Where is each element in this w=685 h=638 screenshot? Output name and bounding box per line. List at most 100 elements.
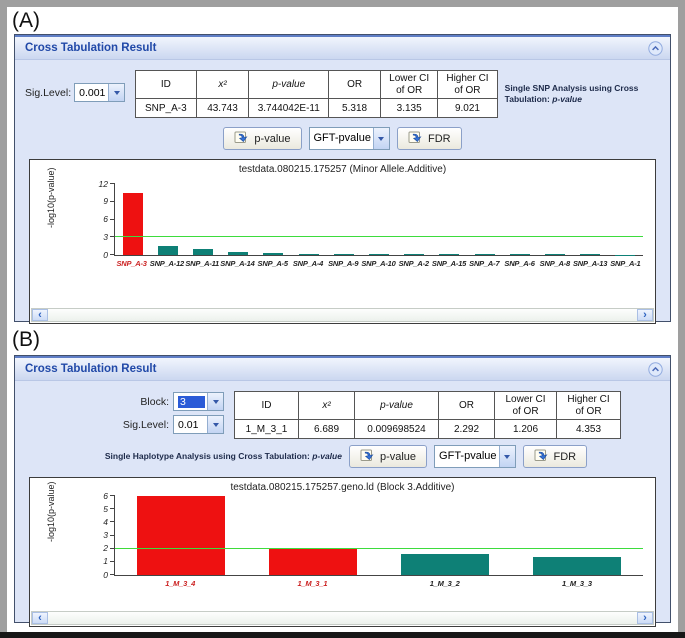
bar-slot bbox=[115, 184, 150, 255]
bar-SNP_A-7 bbox=[475, 254, 495, 255]
x-axis-label: SNP_A-10 bbox=[361, 259, 396, 268]
page-background: (A) Cross Tabulation Result Sig.Level: 0… bbox=[7, 7, 678, 632]
y-tick-label: 9 bbox=[86, 196, 108, 206]
y-axis-title: -log10(p-value) bbox=[46, 214, 56, 228]
panel-a-buttons-row: p-value GFT-pvalue FDR bbox=[15, 127, 670, 150]
chevron-down-icon bbox=[207, 393, 223, 410]
bar-slot bbox=[573, 184, 608, 255]
bar-SNP_A-12 bbox=[158, 246, 178, 255]
bar-1_M_3_3 bbox=[533, 557, 621, 575]
table-cell: 0.009698524 bbox=[355, 420, 439, 439]
bar-1_M_3_1 bbox=[269, 549, 357, 575]
table-cell: 3.135 bbox=[381, 99, 438, 118]
analysis-caption-a: Single SNP Analysis using Cross Tabulati… bbox=[505, 83, 662, 105]
bars-container bbox=[115, 184, 643, 255]
sig-level-value: 0.001 bbox=[75, 84, 108, 101]
chart-title: testdata.080215.175257.geno.ld (Block 3.… bbox=[30, 482, 655, 493]
panel-b-controls-row: Block: 3 Sig.Level: 0.01 IDx bbox=[25, 391, 662, 439]
table-header-cell: Higher CI of OR bbox=[438, 71, 497, 99]
bar-SNP_A-13 bbox=[580, 254, 600, 255]
x-axis-label: SNP_A-2 bbox=[396, 259, 431, 268]
fdr-button-a[interactable]: FDR bbox=[397, 127, 462, 150]
snp-stats-table: IDx²p-valueORLower CI of ORHigher CI of … bbox=[135, 70, 498, 118]
bar-slot bbox=[467, 184, 502, 255]
bars-container bbox=[115, 496, 643, 575]
collapse-icon[interactable] bbox=[648, 41, 663, 56]
block-sig-controls: Block: 3 Sig.Level: 0.01 bbox=[117, 392, 224, 434]
bar-slot bbox=[247, 496, 379, 575]
x-axis-label: SNP_A-9 bbox=[326, 259, 361, 268]
x-axis-label: 1_M_3_4 bbox=[114, 579, 246, 588]
pvalue-button-label: p-value bbox=[254, 133, 290, 145]
bar-SNP_A-14 bbox=[228, 252, 248, 255]
bar-slot bbox=[185, 184, 220, 255]
chart-title: testdata.080215.175257 (Minor Allele.Add… bbox=[30, 164, 655, 175]
chevron-right-icon[interactable]: › bbox=[637, 612, 653, 624]
x-axis-label: SNP_A-12 bbox=[149, 259, 184, 268]
bar-slot bbox=[361, 184, 396, 255]
block-select[interactable]: 3 bbox=[173, 392, 224, 411]
bar-SNP_A-5 bbox=[263, 253, 283, 255]
table-row: 1_M_3_16.6890.0096985242.2921.2064.353 bbox=[235, 420, 621, 439]
bar-slot bbox=[511, 496, 643, 575]
x-axis-label: SNP_A-11 bbox=[185, 259, 220, 268]
panel-a-title: Cross Tabulation Result bbox=[25, 42, 648, 54]
x-axis-label: SNP_A-5 bbox=[255, 259, 290, 268]
export-page-arrow-icon bbox=[408, 130, 424, 148]
pvalue-button-b[interactable]: p-value bbox=[349, 445, 427, 468]
sig-level-select-a[interactable]: 0.001 bbox=[74, 83, 125, 102]
table-header-cell: x² bbox=[299, 392, 355, 420]
x-axis-label: 1_M_3_1 bbox=[246, 579, 378, 588]
table-cell: 4.353 bbox=[557, 420, 621, 439]
sig-level-control-a: Sig.Level: 0.001 bbox=[25, 83, 125, 102]
chevron-left-icon[interactable]: ‹ bbox=[32, 612, 48, 624]
chevron-down-icon bbox=[373, 128, 389, 149]
y-tick-label: 12 bbox=[86, 179, 108, 189]
horizontal-scrollbar[interactable]: ‹ › bbox=[31, 308, 654, 322]
haplotype-stats-table: IDx²p-valueORLower CI of ORHigher CI of … bbox=[234, 391, 621, 439]
bar-SNP_A-15 bbox=[439, 254, 459, 255]
gft-pvalue-select-b[interactable]: GFT-pvalue bbox=[434, 445, 515, 468]
horizontal-scrollbar[interactable]: ‹ › bbox=[31, 611, 654, 625]
block-label: Block: bbox=[117, 396, 169, 408]
chevron-left-icon[interactable]: ‹ bbox=[32, 309, 48, 321]
chevron-right-icon[interactable]: › bbox=[637, 309, 653, 321]
bar-slot bbox=[115, 496, 247, 575]
analysis-caption-b: Single Haplotype Analysis using Cross Ta… bbox=[105, 451, 342, 462]
chevron-down-icon bbox=[207, 416, 223, 433]
x-axis-label: SNP_A-15 bbox=[431, 259, 466, 268]
collapse-icon[interactable] bbox=[648, 362, 663, 377]
table-header-cell: Lower CI of OR bbox=[381, 71, 438, 99]
y-tick-label: 6 bbox=[86, 491, 108, 501]
block-value: 3 bbox=[174, 393, 207, 410]
bar-SNP_A-4 bbox=[299, 254, 319, 255]
bar-SNP_A-2 bbox=[404, 254, 424, 255]
table-cell: SNP_A-3 bbox=[136, 99, 196, 118]
bar-SNP_A-9 bbox=[334, 254, 354, 255]
sig-level-select-b[interactable]: 0.01 bbox=[173, 415, 224, 434]
pvalue-button-a[interactable]: p-value bbox=[223, 127, 301, 150]
x-axis-label: 1_M_3_3 bbox=[511, 579, 643, 588]
bar-SNP_A-8 bbox=[545, 254, 565, 255]
bar-slot bbox=[537, 184, 572, 255]
export-page-arrow-icon bbox=[360, 448, 376, 466]
fdr-button-label: FDR bbox=[554, 451, 577, 463]
fdr-button-b[interactable]: FDR bbox=[523, 445, 588, 468]
y-tick-label: 6 bbox=[86, 214, 108, 224]
window-frame: (A) Cross Tabulation Result Sig.Level: 0… bbox=[0, 0, 685, 638]
bar-slot bbox=[608, 184, 643, 255]
haplotype-bar-chart: testdata.080215.175257.geno.ld (Block 3.… bbox=[29, 477, 656, 627]
table-header-cell: OR bbox=[439, 392, 495, 420]
table-header-cell: p-value bbox=[355, 392, 439, 420]
panel-b-titlebar: Cross Tabulation Result bbox=[15, 356, 670, 381]
table-cell: 1.206 bbox=[495, 420, 557, 439]
gft-pvalue-select-a[interactable]: GFT-pvalue bbox=[309, 127, 390, 150]
y-tick-label: 0 bbox=[86, 250, 108, 260]
cross-tabulation-panel-a: Cross Tabulation Result Sig.Level: 0.001… bbox=[14, 34, 671, 322]
sig-level-label: Sig.Level: bbox=[117, 419, 169, 431]
table-cell: 9.021 bbox=[438, 99, 497, 118]
bar-slot bbox=[502, 184, 537, 255]
bar-1_M_3_2 bbox=[401, 554, 489, 575]
bar-slot bbox=[379, 496, 511, 575]
caption-text: Single Haplotype Analysis using Cross Ta… bbox=[105, 451, 312, 461]
